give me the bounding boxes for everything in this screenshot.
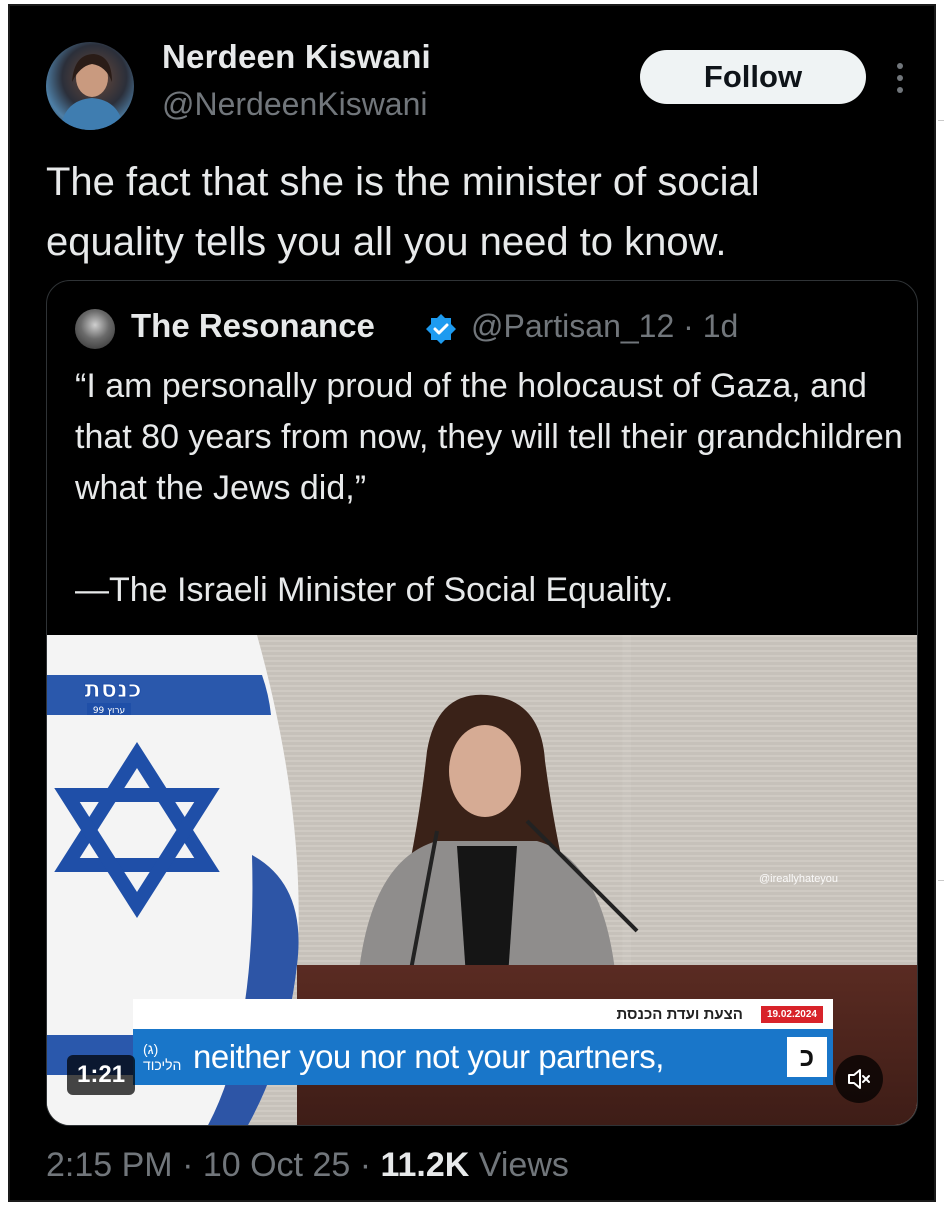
quoted-author-avatar[interactable]: [75, 309, 115, 349]
author-handle[interactable]: @NerdeenKiswani: [162, 86, 428, 123]
caption-heading: הצעת ועדת הכנסת: [616, 1005, 743, 1023]
channel-logo-text: כנסת: [84, 675, 141, 703]
mute-button[interactable]: [835, 1055, 883, 1103]
author-name[interactable]: Nerdeen Kiswani: [162, 38, 431, 76]
views-count: 11.2K: [380, 1146, 470, 1184]
speaker-figure: [357, 694, 639, 991]
more-options-icon[interactable]: [888, 58, 912, 98]
divider: [938, 880, 944, 881]
tweet-card: Nerdeen Kiswani @NerdeenKiswani Follow T…: [8, 4, 936, 1202]
follow-button[interactable]: Follow: [640, 50, 866, 104]
divider: [938, 120, 944, 121]
caption-logo: כ: [787, 1037, 827, 1077]
video-player[interactable]: כנסת ערוץ 99 @ireallyhateyou הצעת ועדת ה…: [47, 635, 917, 1125]
video-subtitle: neither you nor not your partners,: [193, 1038, 664, 1075]
quoted-tweet-text: “I am personally proud of the holocaust …: [75, 367, 903, 609]
subtitle-bar: (ג) הליכוד neither you nor not your part…: [133, 1029, 833, 1085]
caption-heading-bar: הצעת ועדת הכנסת 19.02.2024: [133, 999, 833, 1029]
caption-label: (ג) הליכוד: [143, 1041, 182, 1073]
channel-number-text: ערוץ 99: [93, 706, 125, 716]
speaker-muted-icon: [848, 1069, 870, 1089]
timestamp[interactable]: 2:15 PM · 10 Oct 25 ·: [46, 1146, 380, 1184]
verified-badge-icon: [426, 314, 456, 344]
caption-date: 19.02.2024: [760, 1005, 823, 1023]
quoted-author-name[interactable]: The Resonance: [131, 307, 375, 345]
views-label: Views: [469, 1146, 569, 1184]
author-avatar[interactable]: [46, 42, 134, 130]
tweet-meta: 2:15 PM · 10 Oct 25 · 11.2K Views: [46, 1146, 569, 1185]
video-duration: 1:21: [67, 1055, 136, 1095]
quoted-tweet[interactable]: The Resonance @Partisan_12 · 1d “I am pe…: [46, 280, 918, 1126]
tweet-text: The fact that she is the minister of soc…: [46, 160, 760, 264]
channel-logo: כנסת ערוץ 99: [84, 675, 142, 717]
quoted-handle-time: @Partisan_12 · 1d: [471, 308, 739, 344]
video-watermark: @ireallyhateyou: [759, 873, 839, 885]
